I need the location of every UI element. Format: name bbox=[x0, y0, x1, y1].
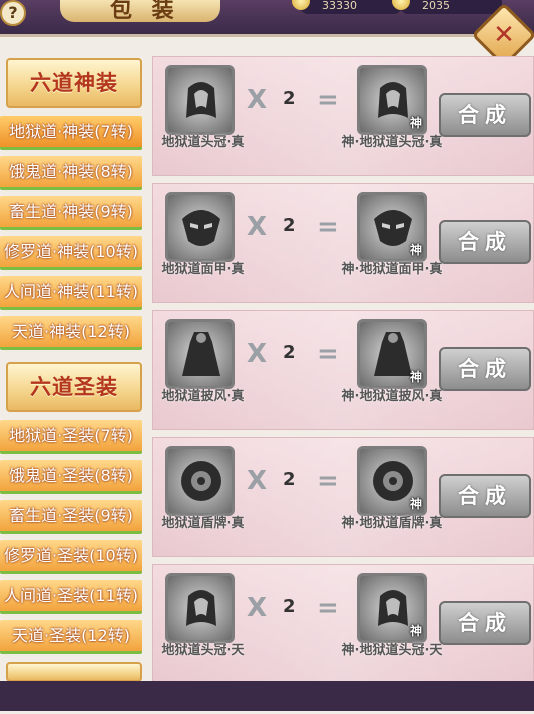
output-item-slot[interactable]: 神 bbox=[357, 573, 427, 643]
coin-icon bbox=[292, 0, 310, 10]
shield-icon bbox=[181, 461, 221, 501]
output-item-name: 神·地狱道头冠·真 bbox=[341, 135, 443, 150]
equals-sign: = bbox=[317, 85, 339, 115]
currency-1-value: 33330 bbox=[322, 0, 357, 12]
equals-sign: = bbox=[317, 593, 339, 623]
synthesize-button[interactable]: 合成 bbox=[439, 347, 531, 391]
recipe-row: 地狱道面甲·真 X 2 = 神 神·地狱道面甲·真 合成 bbox=[152, 183, 534, 303]
input-quantity: 2 bbox=[283, 88, 296, 109]
synthesize-button[interactable]: 合成 bbox=[439, 220, 531, 264]
tab-hell-god[interactable]: 地狱道·神装(7转) bbox=[0, 116, 142, 150]
input-item-name: 地狱道披风·真 bbox=[161, 389, 245, 404]
input-item-slot[interactable] bbox=[165, 65, 235, 135]
times-sign: X bbox=[247, 593, 268, 623]
currency-1: 33330 bbox=[292, 0, 402, 14]
section-header-holy-gear[interactable]: 六道圣装 bbox=[6, 362, 142, 412]
recipe-row: 地狱道头冠·天 X 2 = 神 神·地狱道头冠·天 合成 bbox=[152, 564, 534, 684]
tab-human-holy[interactable]: 人间道·圣装(11转) bbox=[0, 580, 142, 614]
tab-asura-holy[interactable]: 修罗道·圣装(10转) bbox=[0, 540, 142, 574]
section-header-god-gear[interactable]: 六道神装 bbox=[6, 58, 142, 108]
tab-hungry-ghost-god[interactable]: 饿鬼道·神装(8转) bbox=[0, 156, 142, 190]
input-item-name: 地狱道盾牌·真 bbox=[161, 516, 245, 531]
bottom-bar bbox=[0, 681, 534, 711]
times-sign: X bbox=[247, 466, 268, 496]
tab-heaven-god[interactable]: 天道·神装(12转) bbox=[0, 316, 142, 350]
tab-animal-holy[interactable]: 畜生道·圣装(9转) bbox=[0, 500, 142, 534]
tab-human-god[interactable]: 人间道·神装(11转) bbox=[0, 276, 142, 310]
input-item-name: 地狱道头冠·真 bbox=[161, 135, 245, 150]
output-item-name: 神·地狱道盾牌·真 bbox=[341, 516, 443, 531]
output-item-name: 神·地狱道面甲·真 bbox=[341, 262, 443, 277]
section-header-next[interactable] bbox=[6, 662, 142, 682]
input-item-slot[interactable] bbox=[165, 319, 235, 389]
mask-icon bbox=[182, 210, 220, 246]
times-sign: X bbox=[247, 85, 268, 115]
input-item-name: 地狱道头冠·天 bbox=[161, 643, 245, 658]
god-mark: 神 bbox=[409, 116, 422, 130]
output-item-name: 神·地狱道披风·真 bbox=[341, 389, 443, 404]
times-sign: X bbox=[247, 212, 268, 242]
input-item-slot[interactable] bbox=[165, 446, 235, 516]
god-mark: 神 bbox=[409, 243, 422, 257]
input-item-slot[interactable] bbox=[165, 192, 235, 262]
recipe-row: 地狱道头冠·真 X 2 = 神 神·地狱道头冠·真 合成 bbox=[152, 56, 534, 176]
helmet-icon bbox=[186, 82, 216, 118]
output-item-slot[interactable]: 神 bbox=[357, 65, 427, 135]
currency-2-value: 2035 bbox=[422, 0, 450, 12]
input-quantity: 2 bbox=[283, 342, 296, 363]
output-item-slot[interactable]: 神 bbox=[357, 319, 427, 389]
recipe-row: 地狱道披风·真 X 2 = 神 神·地狱道披风·真 合成 bbox=[152, 310, 534, 430]
cloak-icon bbox=[182, 332, 220, 376]
tab-hell-holy[interactable]: 地狱道·圣装(7转) bbox=[0, 420, 142, 454]
god-mark: 神 bbox=[409, 624, 422, 638]
top-bar: ? 包 装 33330 2035 bbox=[0, 0, 534, 34]
god-mark: 神 bbox=[409, 370, 422, 384]
tab-asura-god[interactable]: 修罗道·神装(10转) bbox=[0, 236, 142, 270]
times-sign: X bbox=[247, 339, 268, 369]
input-item-slot[interactable] bbox=[165, 573, 235, 643]
output-item-slot[interactable]: 神 bbox=[357, 446, 427, 516]
synthesize-button[interactable]: 合成 bbox=[439, 474, 531, 518]
synthesize-button[interactable]: 合成 bbox=[439, 93, 531, 137]
helmet-icon bbox=[186, 590, 216, 626]
equals-sign: = bbox=[317, 339, 339, 369]
tab-hungry-ghost-holy[interactable]: 饿鬼道·圣装(8转) bbox=[0, 460, 142, 494]
input-item-name: 地狱道面甲·真 bbox=[161, 262, 245, 277]
synthesize-button[interactable]: 合成 bbox=[439, 601, 531, 645]
equals-sign: = bbox=[317, 212, 339, 242]
recipe-row: 地狱道盾牌·真 X 2 = 神 神·地狱道盾牌·真 合成 bbox=[152, 437, 534, 557]
tab-heaven-holy[interactable]: 天道·圣装(12转) bbox=[0, 620, 142, 654]
help-button[interactable]: ? bbox=[0, 0, 26, 26]
input-quantity: 2 bbox=[283, 469, 296, 490]
output-item-name: 神·地狱道头冠·天 bbox=[341, 643, 443, 658]
input-quantity: 2 bbox=[283, 596, 296, 617]
equals-sign: = bbox=[317, 466, 339, 496]
close-icon: ✕ bbox=[493, 20, 515, 50]
currency-2: 2035 bbox=[392, 0, 502, 14]
tab-animal-god[interactable]: 畜生道·神装(9转) bbox=[0, 196, 142, 230]
god-mark: 神 bbox=[409, 497, 422, 511]
input-quantity: 2 bbox=[283, 215, 296, 236]
page-title: 包 装 bbox=[110, 0, 180, 23]
output-item-slot[interactable]: 神 bbox=[357, 192, 427, 262]
